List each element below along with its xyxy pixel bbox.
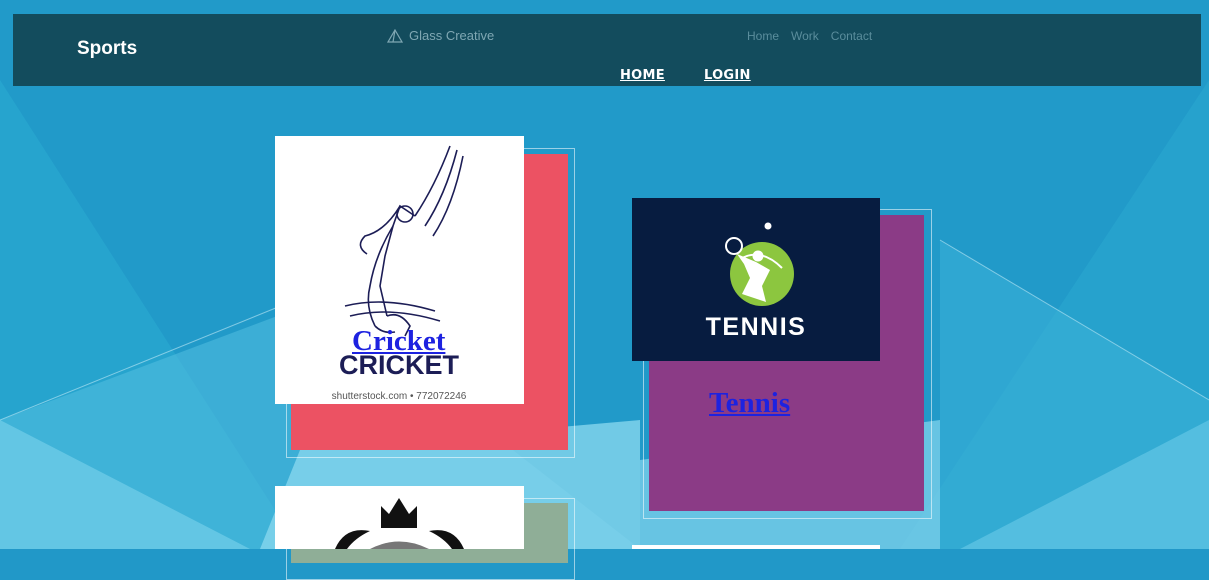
tennis-image-title: TENNIS — [706, 313, 807, 341]
tennis-link[interactable]: Tennis — [709, 387, 790, 420]
template-nav: Home Work Contact — [747, 29, 872, 43]
cricket-link[interactable]: Cricket — [352, 325, 445, 358]
template-brand: Glass Creative — [387, 28, 494, 43]
fourth-card-image — [632, 545, 880, 549]
top-navbar: Sports Glass Creative Home Work Contact … — [13, 14, 1201, 86]
third-card-image — [275, 486, 524, 549]
nav-link-home[interactable]: HOME — [620, 68, 665, 83]
crown-emblem-icon — [335, 498, 464, 549]
template-brand-label: Glass Creative — [409, 28, 495, 43]
nav-link-home-small[interactable]: Home — [747, 29, 779, 43]
tennis-image: TENNIS — [632, 198, 880, 361]
brand-title[interactable]: Sports — [77, 38, 137, 60]
nav-link-login[interactable]: LOGIN — [704, 68, 751, 83]
cricket-player-icon: CRICKET shutterstock.com • 772072246 — [332, 145, 467, 402]
main-nav: HOME LOGIN — [620, 68, 751, 83]
tennis-player-icon: TENNIS — [706, 222, 807, 341]
nav-link-work[interactable]: Work — [791, 29, 819, 43]
cricket-image-caption: shutterstock.com • 772072246 — [332, 391, 467, 402]
cricket-image: CRICKET shutterstock.com • 772072246 — [275, 136, 524, 404]
pyramid-logo-icon — [387, 28, 403, 43]
nav-link-contact[interactable]: Contact — [831, 29, 872, 43]
